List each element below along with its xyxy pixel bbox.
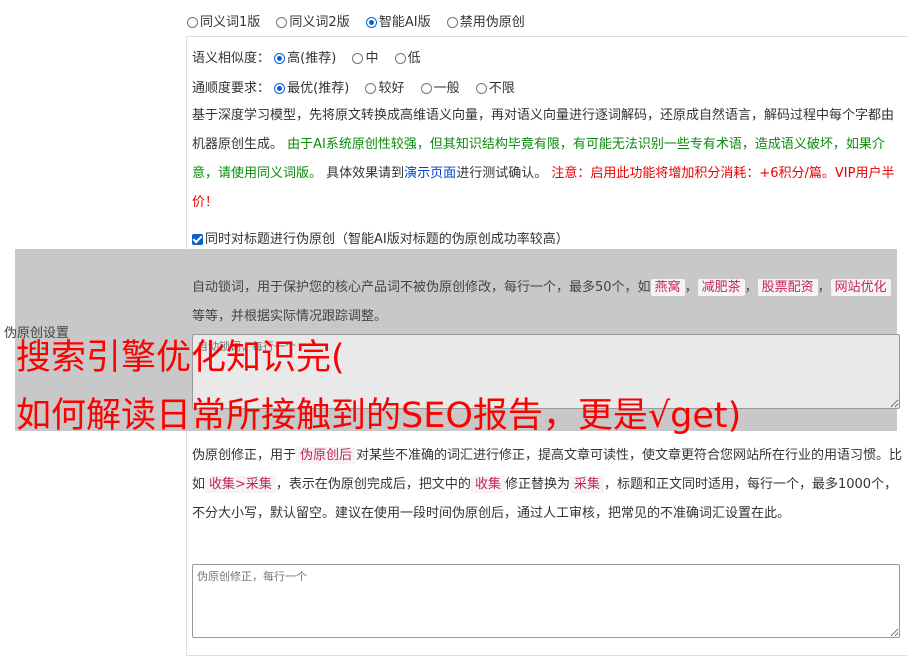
lock-words-description: 自动锁词，用于保护您的核心产品词不被伪原创修改，每行一个，最多50个，如 燕窝，减… bbox=[192, 273, 904, 331]
example-tag: 采集 bbox=[569, 476, 604, 493]
demo-page-link[interactable]: 演示页面 bbox=[404, 166, 456, 181]
fluency-row: 通顺度要求： 最优(推荐) 较好 一般 不限 bbox=[192, 77, 527, 96]
similarity-label: 语义相似度： bbox=[192, 51, 271, 66]
similarity-option-high[interactable]: 高(推荐) bbox=[274, 51, 336, 66]
fluency-option-good[interactable]: 较好 bbox=[365, 81, 404, 96]
title-rewrite-option[interactable]: 同时对标题进行伪原创（智能AI版对标题的伪原创成功率较高） bbox=[192, 228, 569, 247]
example-tag: 燕窝 bbox=[650, 279, 685, 296]
radio-icon[interactable] bbox=[352, 53, 364, 64]
correction-input[interactable] bbox=[192, 564, 900, 638]
mode-option-synonym1[interactable]: 同义词1版 bbox=[187, 15, 260, 30]
mode-option-disable[interactable]: 禁用伪原创 bbox=[446, 15, 525, 30]
overlay-headline-line1: 搜索引擎优化知识完( bbox=[16, 338, 345, 378]
radio-icon[interactable] bbox=[475, 83, 487, 94]
example-tag: 减肥茶 bbox=[697, 279, 745, 296]
radio-icon[interactable] bbox=[274, 83, 286, 94]
example-tag: 收集>采集 bbox=[205, 476, 276, 493]
radio-icon[interactable] bbox=[274, 53, 286, 64]
radio-icon[interactable] bbox=[276, 17, 288, 28]
example-tag: 伪原创后 bbox=[296, 447, 357, 464]
radio-icon[interactable] bbox=[420, 83, 432, 94]
fluency-option-best[interactable]: 最优(推荐) bbox=[274, 81, 349, 96]
radio-icon[interactable] bbox=[365, 17, 377, 28]
radio-icon[interactable] bbox=[446, 17, 458, 28]
example-tag: 收集 bbox=[470, 476, 505, 493]
radio-icon[interactable] bbox=[187, 17, 198, 28]
checkbox-icon[interactable] bbox=[192, 234, 203, 245]
ai-description: 基于深度学习模型，先将原文转换成高维语义向量，再对语义向量进行逐词解码，还原成自… bbox=[192, 108, 895, 210]
similarity-option-low[interactable]: 低 bbox=[394, 51, 421, 66]
fluency-option-any[interactable]: 不限 bbox=[475, 81, 515, 96]
example-tag: 网站优化 bbox=[830, 279, 891, 296]
correction-description: 伪原创修正，用于 伪原创后 对某些不准确的词汇进行修正，提高文章可读性，使文章更符合… bbox=[192, 447, 903, 521]
mode-option-ai[interactable]: 智能AI版 bbox=[365, 15, 431, 30]
radio-icon[interactable] bbox=[394, 53, 406, 64]
fluency-option-normal[interactable]: 一般 bbox=[420, 81, 460, 96]
overlay-headline-line2: 如何解读日常所接触到的SEO报告，更是√get) bbox=[16, 396, 742, 436]
mode-selector: 同义词1版 同义词2版 智能AI版 禁用伪原创 bbox=[187, 11, 537, 30]
example-tag: 股票配资 bbox=[757, 279, 818, 296]
radio-icon[interactable] bbox=[365, 83, 377, 94]
similarity-row: 语义相似度： 高(推荐) 中 低 bbox=[192, 47, 433, 66]
title-rewrite-label: 同时对标题进行伪原创（智能AI版对标题的伪原创成功率较高） bbox=[205, 232, 569, 247]
fluency-label: 通顺度要求： bbox=[192, 81, 271, 96]
similarity-option-mid[interactable]: 中 bbox=[352, 51, 378, 66]
mode-option-synonym2[interactable]: 同义词2版 bbox=[276, 15, 350, 30]
